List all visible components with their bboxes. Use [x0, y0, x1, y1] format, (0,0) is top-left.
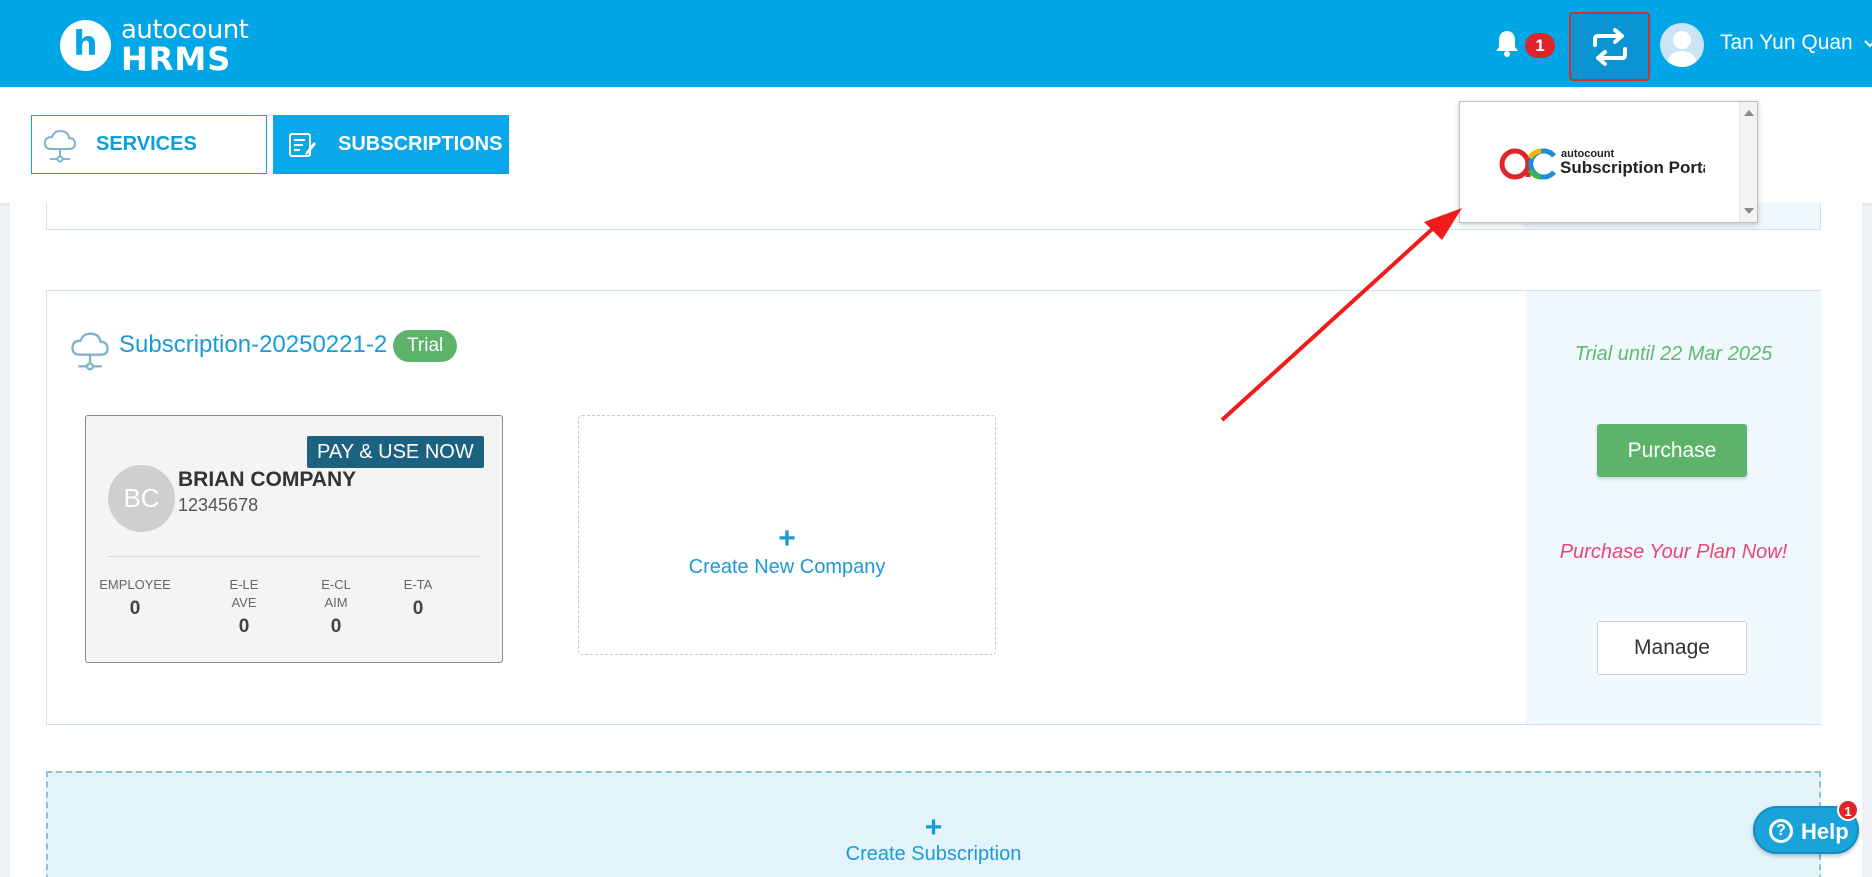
autocount-logo-icon	[1499, 148, 1556, 180]
chevron-down-icon	[1863, 40, 1872, 48]
stat-value: 0	[238, 616, 250, 637]
top-navbar: h autocount HRMS 1 Tan Yun Quan	[0, 0, 1872, 87]
user-name-label: Tan Yun Quan	[1720, 31, 1853, 54]
notification-count-badge: 1	[1525, 33, 1555, 58]
stat-value: 0	[330, 616, 342, 637]
switch-app-button[interactable]	[1569, 12, 1650, 81]
trial-until-text: Trial until 22 Mar 2025	[1574, 343, 1773, 365]
user-avatar[interactable]	[1660, 23, 1704, 67]
subscription-title[interactable]: Subscription-20250221-2	[119, 331, 387, 359]
company-avatar: BC	[108, 465, 175, 532]
scroll-up-icon[interactable]	[1744, 110, 1754, 116]
subscription-card: Subscription-20250221-2 Trial PAY & USE …	[46, 290, 1821, 725]
create-subscription-button[interactable]: + Create Subscription	[46, 771, 1821, 877]
stat-label: EMPLOYEE	[99, 577, 171, 592]
create-subscription-label: Create Subscription	[845, 843, 1022, 865]
subscription-side-panel: Trial until 22 Mar 2025 Purchase Purchas…	[1526, 291, 1821, 724]
tab-subscriptions-label: SUBSCRIPTIONS	[338, 133, 503, 155]
stat-label: E-CLAIM	[321, 577, 351, 610]
stat-value: 0	[412, 598, 424, 619]
bell-icon[interactable]	[1494, 29, 1524, 59]
company-card[interactable]: PAY & USE NOW BC BRIAN COMPANY 12345678 …	[85, 415, 503, 663]
portal-brand-label: Subscription Portal	[1560, 158, 1705, 177]
purchase-button[interactable]: Purchase	[1597, 424, 1747, 477]
popup-scrollbar[interactable]	[1739, 102, 1757, 222]
switch-arrows-icon	[1593, 28, 1627, 66]
stat-eleave: E-LEAVE 0	[229, 576, 259, 638]
company-name: BRIAN COMPANY	[178, 468, 357, 491]
logo-product: HRMS	[121, 40, 232, 78]
subscription-portal-link[interactable]: autocount Subscription Portal	[1460, 102, 1740, 222]
help-label: Help	[1801, 819, 1849, 844]
status-badge: Trial	[393, 330, 458, 362]
logo-icon[interactable]: h	[60, 20, 111, 71]
stat-eta: E-TA 0	[378, 576, 458, 620]
cloud-network-icon	[40, 127, 80, 163]
user-menu[interactable]: Tan Yun Quan	[1720, 31, 1872, 55]
create-new-company-button[interactable]: + Create New Company	[578, 415, 996, 655]
plus-icon: +	[778, 522, 796, 555]
stat-value: 0	[129, 598, 141, 619]
stat-label: E-TA	[403, 577, 433, 592]
document-edit-icon	[282, 130, 322, 160]
pay-and-use-badge[interactable]: PAY & USE NOW	[307, 436, 484, 468]
tab-services[interactable]: SERVICES	[31, 115, 267, 174]
plus-icon: +	[924, 811, 943, 844]
create-new-company-label: Create New Company	[688, 556, 886, 578]
stat-eclaim: E-CLAIM 0	[319, 576, 353, 638]
question-icon: ?	[1769, 819, 1793, 843]
divider	[108, 556, 480, 557]
purchase-plan-prompt: Purchase Your Plan Now!	[1559, 541, 1788, 563]
company-registration-number: 12345678	[178, 495, 259, 515]
help-badge: 1	[1837, 799, 1859, 821]
stat-employee: EMPLOYEE 0	[95, 576, 175, 620]
logo-letter: h	[73, 24, 98, 64]
manage-button[interactable]: Manage	[1597, 621, 1747, 675]
cloud-network-icon	[69, 329, 111, 376]
tab-subscriptions[interactable]: SUBSCRIPTIONS	[273, 115, 509, 174]
scroll-down-icon[interactable]	[1744, 208, 1754, 214]
tab-services-label: SERVICES	[96, 133, 197, 155]
stat-label: E-LEAVE	[229, 577, 259, 610]
app-switcher-dropdown: autocount Subscription Portal	[1459, 101, 1758, 223]
